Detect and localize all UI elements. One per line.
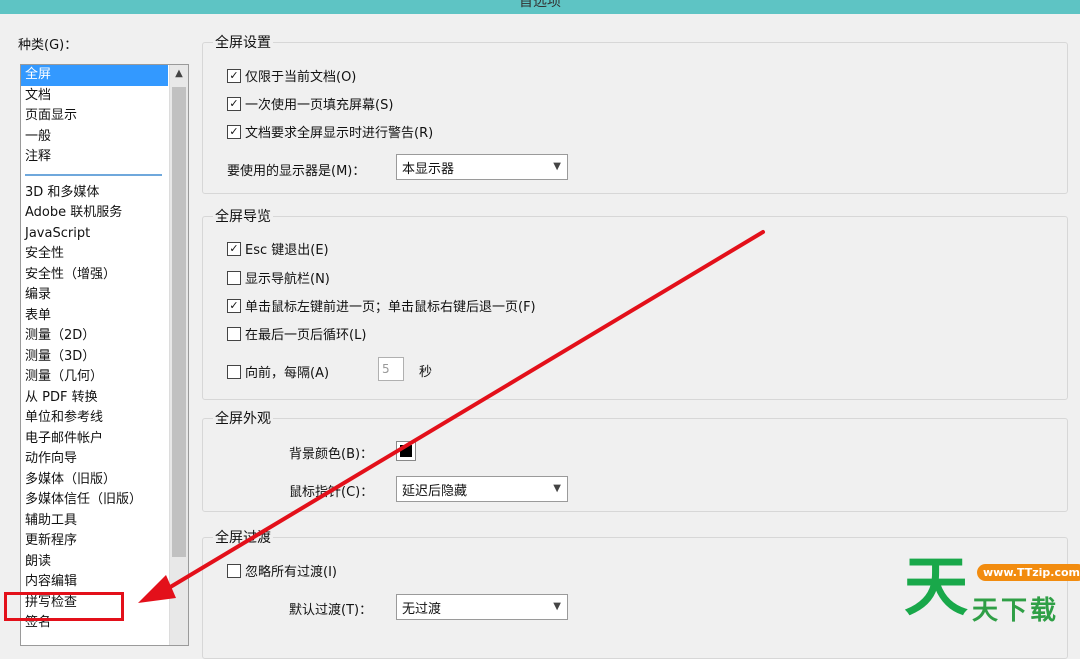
arrow-head-icon [138,575,176,603]
watermark-url: www.TTzip.com [977,564,1080,581]
watermark: 天 www.TTzip.com 天下载 [900,552,1080,630]
watermark-text: 天下载 [972,596,1060,626]
annotation-arrow [138,230,765,603]
arrow-shaft [160,230,765,594]
watermark-logo: 天 [904,550,968,625]
